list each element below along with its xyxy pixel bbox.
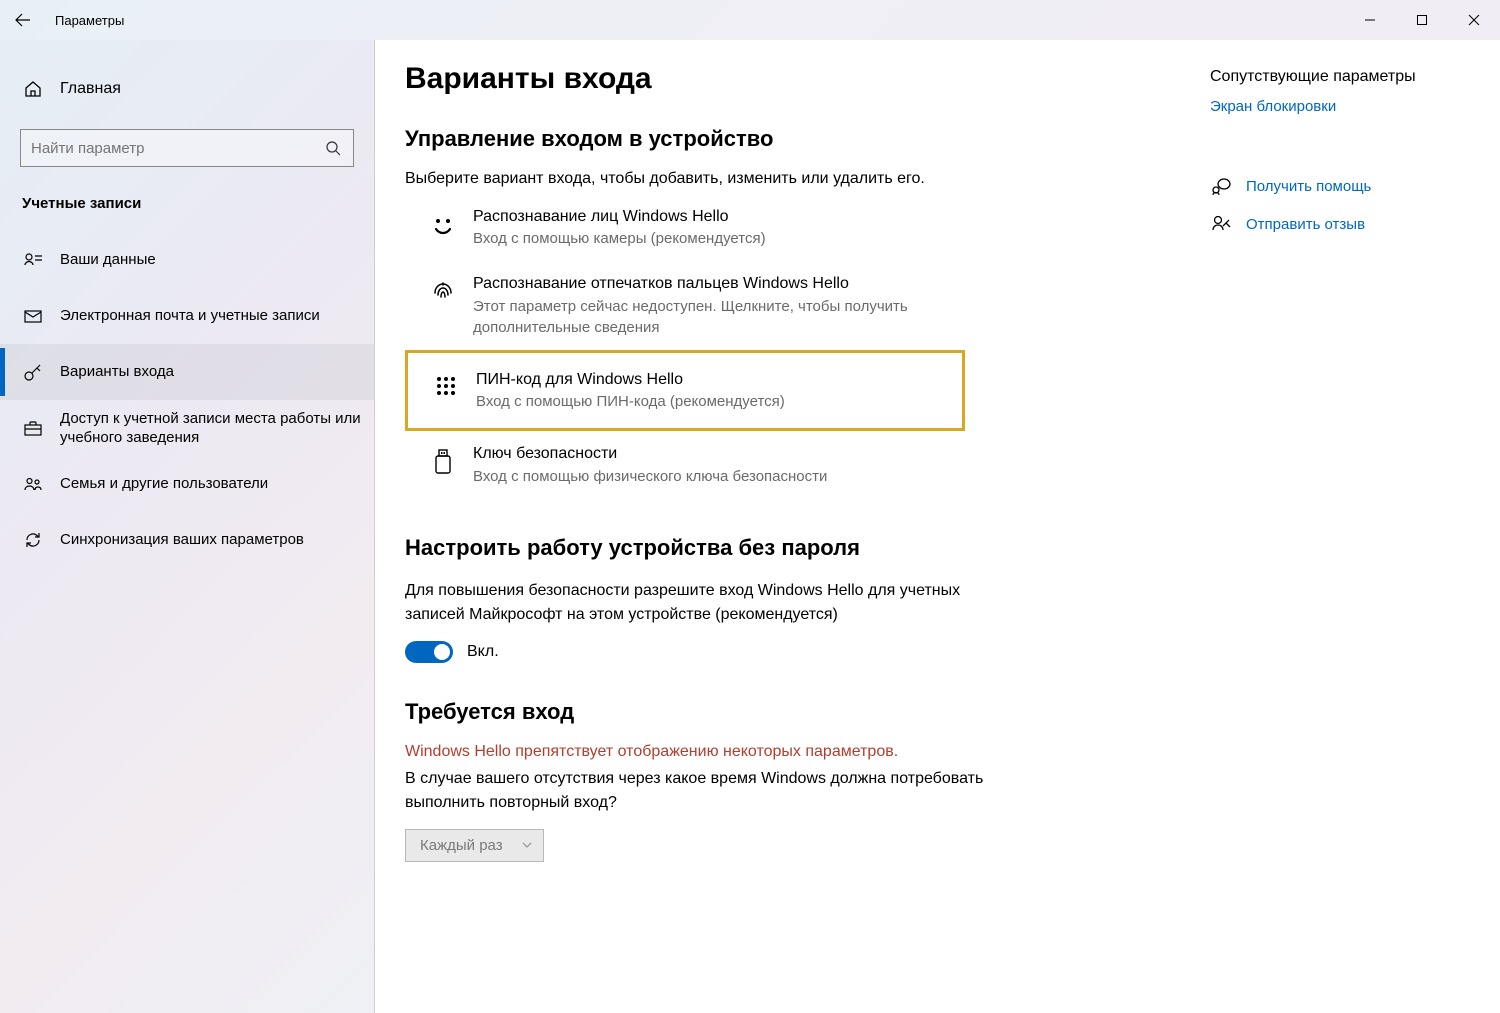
- section-require-signin-desc: В случае вашего отсутствия через какое в…: [405, 767, 995, 815]
- feedback-label: Отправить отзыв: [1246, 216, 1365, 233]
- sidebar-item-work-school[interactable]: Доступ к учетной записи места работы или…: [0, 400, 374, 456]
- back-button[interactable]: [0, 0, 45, 40]
- feedback-link[interactable]: Отправить отзыв: [1210, 213, 1480, 235]
- sidebar-item-label: Синхронизация ваших параметров: [60, 530, 314, 550]
- section-passwordless-title: Настроить работу устройства без пароля: [405, 535, 1160, 561]
- minimize-button[interactable]: [1344, 0, 1396, 40]
- feedback-icon: [1210, 213, 1232, 235]
- option-security-key[interactable]: Ключ безопасности Вход с помощью физичес…: [405, 431, 965, 498]
- face-icon: [413, 206, 473, 240]
- require-signin-dropdown[interactable]: Каждый раз: [405, 829, 544, 862]
- close-icon: [1468, 14, 1480, 26]
- help-icon: [1210, 175, 1232, 197]
- sidebar-item-family[interactable]: Семья и другие пользователи: [0, 456, 374, 512]
- briefcase-icon: [22, 417, 44, 439]
- person-card-icon: [22, 249, 44, 271]
- section-require-signin-warning: Windows Hello препятствует отображению н…: [405, 743, 1160, 761]
- help-link[interactable]: Получить помощь: [1210, 175, 1480, 197]
- sidebar-item-label: Семья и другие пользователи: [60, 474, 278, 494]
- option-subtitle: Вход с помощью физического ключа безопас…: [473, 466, 957, 487]
- back-arrow-icon: [15, 12, 31, 28]
- fingerprint-icon: [413, 273, 473, 305]
- sidebar-item-label: Доступ к учетной записи места работы или…: [60, 409, 374, 448]
- sidebar-item-email-accounts[interactable]: Электронная почта и учетные записи: [0, 288, 374, 344]
- right-pane: Сопутствующие параметры Экран блокировки…: [1190, 40, 1500, 1013]
- section-require-signin-title: Требуется вход: [405, 699, 1160, 725]
- option-title: Ключ безопасности: [473, 443, 957, 465]
- sidebar-item-signin-options[interactable]: Варианты входа: [0, 344, 374, 400]
- option-face[interactable]: Распознавание лиц Windows Hello Вход с п…: [405, 194, 965, 261]
- sidebar: Главная Учетные записи Ваши данные: [0, 40, 375, 1013]
- search-icon: [323, 140, 343, 156]
- window-title: Параметры: [45, 13, 124, 28]
- option-subtitle: Вход с помощью камеры (рекомендуется): [473, 228, 957, 249]
- option-subtitle: Этот параметр сейчас недоступен. Щелкнит…: [473, 296, 957, 338]
- related-link-lockscreen[interactable]: Экран блокировки: [1210, 98, 1480, 115]
- search-box[interactable]: [20, 129, 354, 167]
- keypad-icon: [416, 369, 476, 399]
- section-passwordless-desc: Для повышения безопасности разрешите вхо…: [405, 579, 995, 627]
- sync-icon: [22, 529, 44, 551]
- option-pin[interactable]: ПИН-код для Windows Hello Вход с помощью…: [405, 350, 965, 431]
- mail-icon: [22, 305, 44, 327]
- chevron-down-icon: [521, 839, 533, 851]
- section-signin-devices-desc: Выберите вариант входа, чтобы добавить, …: [405, 170, 1160, 188]
- home-button[interactable]: Главная: [0, 65, 374, 113]
- maximize-button[interactable]: [1396, 0, 1448, 40]
- section-signin-devices-title: Управление входом в устройство: [405, 126, 1160, 152]
- search-input[interactable]: [31, 140, 323, 157]
- usb-key-icon: [413, 443, 473, 477]
- help-label: Получить помощь: [1246, 178, 1371, 195]
- option-title: Распознавание лиц Windows Hello: [473, 206, 957, 228]
- sidebar-item-label: Электронная почта и учетные записи: [60, 306, 330, 326]
- page-title: Варианты входа: [405, 62, 1160, 96]
- option-title: ПИН-код для Windows Hello: [476, 369, 954, 391]
- passwordless-toggle[interactable]: [405, 641, 453, 663]
- sidebar-item-label: Варианты входа: [60, 362, 184, 382]
- maximize-icon: [1416, 14, 1428, 26]
- option-fingerprint[interactable]: Распознавание отпечатков пальцев Windows…: [405, 261, 965, 349]
- related-settings-title: Сопутствующие параметры: [1210, 68, 1480, 86]
- sidebar-item-label: Ваши данные: [60, 250, 166, 270]
- people-icon: [22, 473, 44, 495]
- sidebar-item-sync[interactable]: Синхронизация ваших параметров: [0, 512, 374, 568]
- dropdown-value: Каждый раз: [420, 837, 503, 854]
- titlebar: Параметры: [0, 0, 1500, 40]
- sidebar-section-header: Учетные записи: [0, 185, 374, 232]
- minimize-icon: [1364, 14, 1376, 26]
- home-icon: [22, 78, 44, 100]
- key-icon: [22, 361, 44, 383]
- toggle-label: Вкл.: [467, 643, 499, 661]
- option-subtitle: Вход с помощью ПИН-кода (рекомендуется): [476, 391, 954, 412]
- home-label: Главная: [60, 80, 121, 98]
- option-title: Распознавание отпечатков пальцев Windows…: [473, 273, 957, 295]
- sidebar-item-your-info[interactable]: Ваши данные: [0, 232, 374, 288]
- content-area: Варианты входа Управление входом в устро…: [375, 40, 1190, 1013]
- close-button[interactable]: [1448, 0, 1500, 40]
